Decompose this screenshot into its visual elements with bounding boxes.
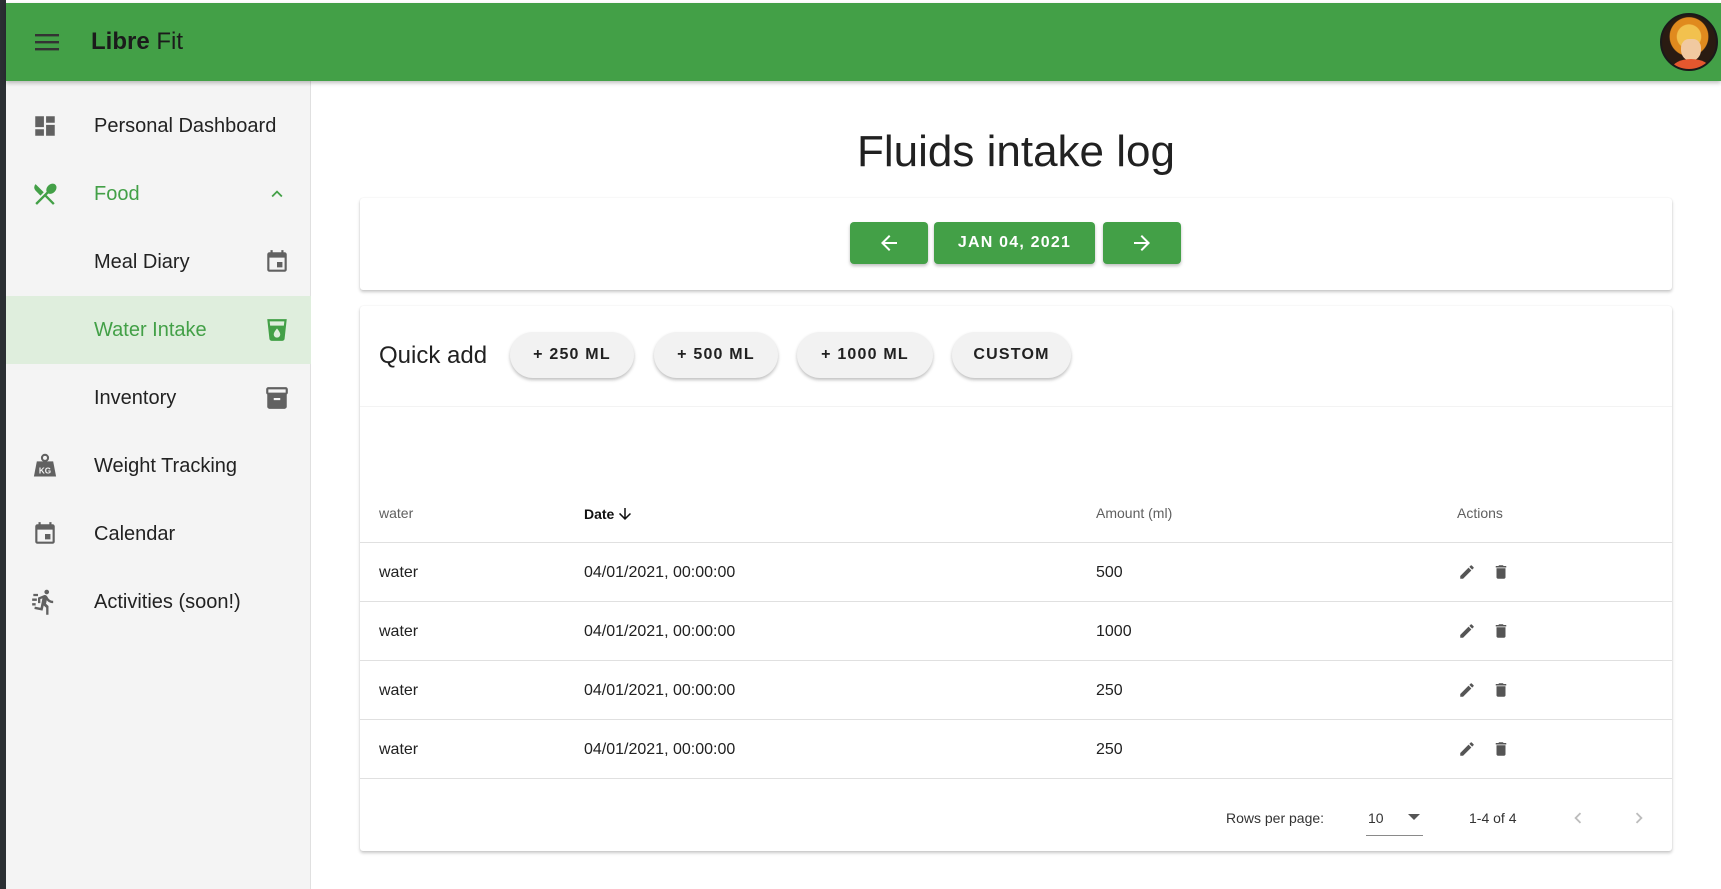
cell-amount: 500 xyxy=(1096,563,1123,581)
edit-button[interactable] xyxy=(1456,561,1478,583)
chevron-left-icon xyxy=(1574,812,1582,824)
column-header-actions: Actions xyxy=(1457,505,1503,521)
rows-per-page-select[interactable]: 10 xyxy=(1366,800,1423,836)
date-navigation-card: JAN 04, 2021 xyxy=(360,198,1672,290)
sidebar-item-label: Water Intake xyxy=(94,318,207,341)
delete-button[interactable] xyxy=(1490,738,1512,760)
arrow-left-icon xyxy=(881,235,897,251)
trash-icon xyxy=(1495,683,1507,697)
app-title: Libre Fit xyxy=(91,28,183,56)
cell-name: water xyxy=(379,563,419,581)
column-header-amount[interactable]: Amount (ml) xyxy=(1096,505,1172,521)
column-header-date[interactable]: Date xyxy=(584,505,634,523)
edit-button[interactable] xyxy=(1456,738,1478,760)
rows-per-page-value: 10 xyxy=(1368,810,1384,826)
column-header-name[interactable]: water xyxy=(379,505,413,521)
menu-button[interactable] xyxy=(17,12,77,72)
sidebar-item-label: Weight Tracking xyxy=(94,454,238,477)
cell-date: 04/01/2021, 00:00:00 xyxy=(584,622,736,640)
sidebar-item-calendar[interactable]: Calendar xyxy=(6,500,311,568)
table-row: water 04/01/2021, 00:00:00 1000 xyxy=(360,602,1672,661)
cell-date: 04/01/2021, 00:00:00 xyxy=(584,740,736,758)
cell-name: water xyxy=(379,681,419,699)
next-day-button[interactable] xyxy=(1103,222,1181,264)
sort-descending-icon xyxy=(619,508,632,520)
cell-date: 04/01/2021, 00:00:00 xyxy=(584,681,736,699)
edit-button[interactable] xyxy=(1456,679,1478,701)
trash-icon xyxy=(1495,742,1507,756)
avatar-shirt xyxy=(1672,59,1710,69)
sidebar: Personal Dashboard Food Meal Diary Water… xyxy=(6,81,311,889)
sidebar-item-meal-diary[interactable]: Meal Diary xyxy=(6,228,311,296)
archive-icon xyxy=(262,383,292,413)
sidebar-item-inventory[interactable]: Inventory xyxy=(6,364,311,432)
pencil-icon xyxy=(1460,742,1474,756)
chevron-up-icon[interactable] xyxy=(262,179,292,209)
food-icon xyxy=(28,177,62,211)
cell-name: water xyxy=(379,740,419,758)
user-avatar[interactable] xyxy=(1660,13,1718,71)
table-row: water 04/01/2021, 00:00:00 250 xyxy=(360,661,1672,720)
svg-text:KG: KG xyxy=(39,467,51,476)
sidebar-item-water-intake[interactable]: Water Intake xyxy=(6,296,311,364)
water-cup-icon xyxy=(262,315,292,345)
delete-button[interactable] xyxy=(1490,679,1512,701)
cell-date: 04/01/2021, 00:00:00 xyxy=(584,563,736,581)
quick-add-label: Quick add xyxy=(379,342,488,369)
cell-amount: 250 xyxy=(1096,740,1123,758)
table-pagination: Rows per page: 10 1-4 of 4 xyxy=(360,786,1672,851)
page-range: 1-4 of 4 xyxy=(1469,810,1517,826)
calendar-icon xyxy=(28,517,62,551)
sidebar-item-activities[interactable]: Activities (soon!) xyxy=(6,568,311,636)
caret-down-icon xyxy=(1408,814,1420,820)
sidebar-item-label: Personal Dashboard xyxy=(94,114,277,137)
pencil-icon xyxy=(1460,683,1474,697)
edit-button[interactable] xyxy=(1456,620,1478,642)
pencil-icon xyxy=(1460,624,1474,638)
divider xyxy=(360,406,1672,407)
quick-add-500-button[interactable]: + 500 ML xyxy=(654,332,778,378)
quick-add-custom-button[interactable]: CUSTOM xyxy=(952,332,1071,378)
page-title: Fluids intake log xyxy=(857,127,1175,176)
app-title-light: Fit xyxy=(156,28,184,55)
delete-button[interactable] xyxy=(1490,561,1512,583)
next-page-button[interactable] xyxy=(1625,804,1653,832)
sidebar-item-label: Inventory xyxy=(94,386,177,409)
pencil-icon xyxy=(1460,565,1474,579)
chevron-right-icon xyxy=(1635,812,1643,824)
delete-button[interactable] xyxy=(1490,620,1512,642)
sidebar-item-food[interactable]: Food xyxy=(6,160,311,228)
sidebar-item-personal-dashboard[interactable]: Personal Dashboard xyxy=(6,92,311,160)
sidebar-item-weight-tracking[interactable]: KG Weight Tracking xyxy=(6,432,311,500)
sidebar-item-label: Activities (soon!) xyxy=(94,590,241,613)
cell-amount: 1000 xyxy=(1096,622,1132,640)
avatar-face xyxy=(1681,39,1701,61)
cell-amount: 250 xyxy=(1096,681,1123,699)
previous-day-button[interactable] xyxy=(850,222,928,264)
rows-per-page-label: Rows per page: xyxy=(1226,810,1325,826)
quick-add-1000-button[interactable]: + 1000 ML xyxy=(797,332,933,378)
trash-icon xyxy=(1495,624,1507,638)
sidebar-item-label: Meal Diary xyxy=(94,250,190,273)
sidebar-item-label: Calendar xyxy=(94,522,176,545)
sidebar-item-label: Food xyxy=(94,182,140,205)
quick-add-250-button[interactable]: + 250 ML xyxy=(510,332,634,378)
app-title-bold: Libre xyxy=(91,28,150,55)
hamburger-menu-icon xyxy=(35,34,59,51)
previous-page-button[interactable] xyxy=(1564,804,1592,832)
table-row: water 04/01/2021, 00:00:00 500 xyxy=(360,543,1672,602)
table-row: water 04/01/2021, 00:00:00 250 xyxy=(360,720,1672,779)
weight-kg-icon: KG xyxy=(28,449,62,483)
trash-icon xyxy=(1495,565,1507,579)
running-icon xyxy=(28,585,62,619)
app-bar: Libre Fit xyxy=(6,3,1721,81)
fluids-log-card: Quick add + 250 ML + 500 ML + 1000 ML CU… xyxy=(360,306,1672,851)
column-header-date-label: Date xyxy=(584,506,615,522)
dashboard-icon xyxy=(28,109,62,143)
calendar-event-icon xyxy=(262,247,292,277)
date-picker-button[interactable]: JAN 04, 2021 xyxy=(934,222,1095,264)
cell-name: water xyxy=(379,622,419,640)
arrow-right-icon xyxy=(1134,235,1150,251)
